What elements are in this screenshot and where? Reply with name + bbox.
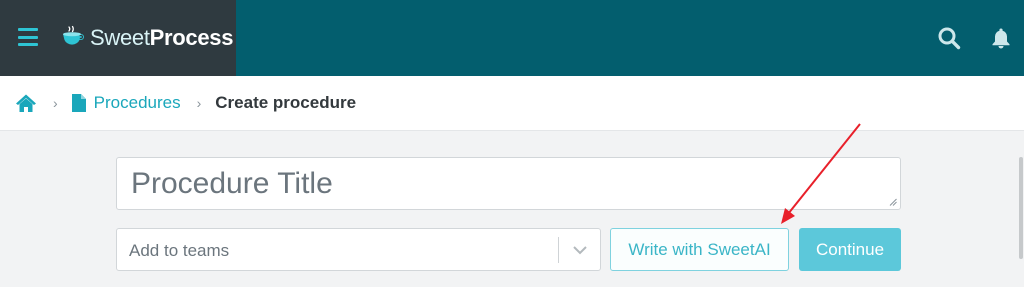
bell-icon[interactable] <box>989 26 1013 50</box>
continue-button[interactable]: Continue <box>799 228 901 271</box>
breadcrumb-separator: › <box>53 95 58 111</box>
select-divider <box>558 237 559 263</box>
scrollbar[interactable] <box>1019 157 1023 259</box>
logo-text-process: Process <box>149 25 234 50</box>
logo-text-sweet: Sweet <box>90 25 150 50</box>
breadcrumb-procedures-link[interactable]: Procedures <box>94 93 181 113</box>
procedure-title-input[interactable] <box>131 166 886 202</box>
document-icon <box>71 94 86 112</box>
home-icon[interactable] <box>15 93 37 113</box>
breadcrumb: › Procedures › Create procedure <box>0 76 1024 131</box>
resize-grip-icon[interactable] <box>889 198 897 206</box>
logo-cup-icon <box>63 25 84 45</box>
sweetprocess-logo[interactable]: SweetProcess <box>60 22 233 54</box>
breadcrumb-current: Create procedure <box>215 93 357 112</box>
top-bar: SweetProcess <box>0 0 1024 76</box>
procedure-title-field[interactable] <box>116 157 901 210</box>
breadcrumb-separator: › <box>196 95 202 111</box>
chevron-down-icon[interactable] <box>572 243 588 257</box>
write-with-sweetai-button[interactable]: Write with SweetAI <box>610 228 789 271</box>
add-to-teams-select[interactable]: Add to teams <box>116 228 601 271</box>
brand-panel: SweetProcess <box>0 0 236 76</box>
search-icon[interactable] <box>937 26 961 50</box>
hamburger-icon[interactable] <box>18 28 38 46</box>
teams-placeholder: Add to teams <box>129 241 230 260</box>
